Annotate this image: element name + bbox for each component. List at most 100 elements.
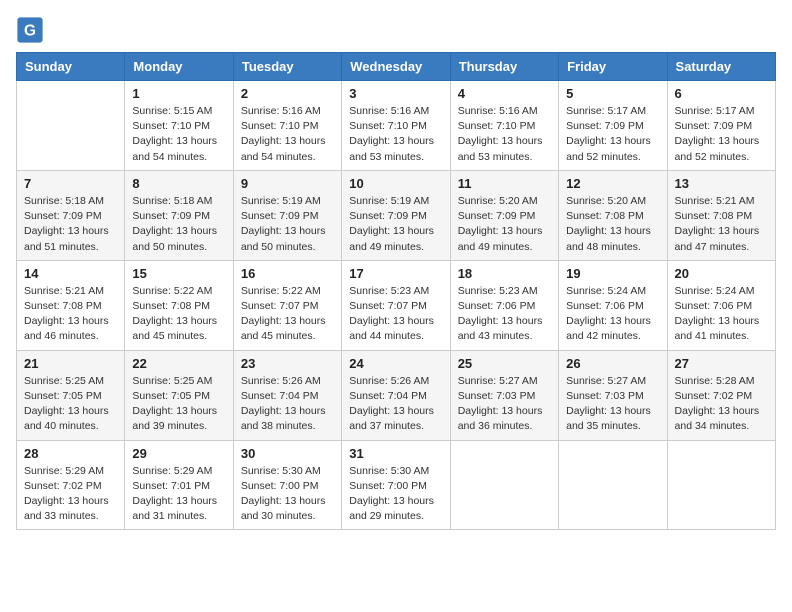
- weekday-header: Wednesday: [342, 53, 450, 81]
- day-info: Sunrise: 5:18 AM Sunset: 7:09 PM Dayligh…: [132, 194, 225, 255]
- day-info: Sunrise: 5:28 AM Sunset: 7:02 PM Dayligh…: [675, 374, 768, 435]
- day-info: Sunrise: 5:24 AM Sunset: 7:06 PM Dayligh…: [566, 284, 659, 345]
- calendar-cell: 17Sunrise: 5:23 AM Sunset: 7:07 PM Dayli…: [342, 260, 450, 350]
- day-info: Sunrise: 5:30 AM Sunset: 7:00 PM Dayligh…: [349, 464, 442, 525]
- day-info: Sunrise: 5:25 AM Sunset: 7:05 PM Dayligh…: [132, 374, 225, 435]
- calendar-cell: 29 Sunrise: 5:29 AM Sunset: 7:01 PM Dayli…: [125, 440, 233, 530]
- day-info: Sunrise: 5:26 AM Sunset: 7:04 PM Dayligh…: [349, 374, 442, 435]
- calendar-cell: 12Sunrise: 5:20 AM Sunset: 7:08 PM Dayli…: [559, 170, 667, 260]
- calendar-cell: [17, 81, 125, 171]
- day-number: 6: [675, 86, 768, 101]
- calendar-cell: 7Sunrise: 5:18 AM Sunset: 7:09 PM Daylig…: [17, 170, 125, 260]
- calendar-cell: 9 Sunrise: 5:19 AM Sunset: 7:09 PM Daylig…: [233, 170, 341, 260]
- day-info: Sunrise: 5:27 AM Sunset: 7:03 PM Dayligh…: [458, 374, 551, 435]
- day-info: Sunrise: 5:25 AM Sunset: 7:05 PM Dayligh…: [24, 374, 117, 435]
- day-info: Sunrise: 5:21 AM Sunset: 7:08 PM Dayligh…: [24, 284, 117, 345]
- calendar-cell: 14 Sunrise: 5:21 AM Sunset: 7:08 PM Dayli…: [17, 260, 125, 350]
- calendar-cell: [450, 440, 558, 530]
- calendar-week-row: 21 Sunrise: 5:25 AM Sunset: 7:05 PM Dayli…: [17, 350, 776, 440]
- day-info: Sunrise: 5:24 AM Sunset: 7:06 PM Dayligh…: [675, 284, 768, 345]
- weekday-header: Monday: [125, 53, 233, 81]
- day-info: Sunrise: 5:21 AM Sunset: 7:08 PM Dayligh…: [675, 194, 768, 255]
- day-info: Sunrise: 5:19 AM Sunset: 7:09 PM Dayligh…: [349, 194, 442, 255]
- calendar-cell: 1 Sunrise: 5:15 AM Sunset: 7:10 PM Daylig…: [125, 81, 233, 171]
- calendar-week-row: 14 Sunrise: 5:21 AM Sunset: 7:08 PM Dayli…: [17, 260, 776, 350]
- calendar-cell: 19 Sunrise: 5:24 AM Sunset: 7:06 PM Dayli…: [559, 260, 667, 350]
- calendar-cell: 31 Sunrise: 5:30 AM Sunset: 7:00 PM Dayli…: [342, 440, 450, 530]
- calendar-cell: 8Sunrise: 5:18 AM Sunset: 7:09 PM Daylig…: [125, 170, 233, 260]
- day-number: 2: [241, 86, 334, 101]
- day-info: Sunrise: 5:20 AM Sunset: 7:08 PM Dayligh…: [566, 194, 659, 255]
- calendar-cell: 15Sunrise: 5:22 AM Sunset: 7:08 PM Dayli…: [125, 260, 233, 350]
- day-number: 23: [241, 356, 334, 371]
- day-number: 19: [566, 266, 659, 281]
- calendar-cell: 22 Sunrise: 5:25 AM Sunset: 7:05 PM Dayli…: [125, 350, 233, 440]
- calendar-week-row: 1 Sunrise: 5:15 AM Sunset: 7:10 PM Daylig…: [17, 81, 776, 171]
- weekday-header: Tuesday: [233, 53, 341, 81]
- day-info: Sunrise: 5:20 AM Sunset: 7:09 PM Dayligh…: [458, 194, 551, 255]
- calendar-cell: 28Sunrise: 5:29 AM Sunset: 7:02 PM Dayli…: [17, 440, 125, 530]
- logo: G: [16, 16, 48, 44]
- day-number: 17: [349, 266, 442, 281]
- calendar-header-row: SundayMondayTuesdayWednesdayThursdayFrid…: [17, 53, 776, 81]
- day-info: Sunrise: 5:22 AM Sunset: 7:08 PM Dayligh…: [132, 284, 225, 345]
- day-number: 26: [566, 356, 659, 371]
- day-number: 3: [349, 86, 442, 101]
- day-number: 27: [675, 356, 768, 371]
- day-number: 22: [132, 356, 225, 371]
- day-number: 7: [24, 176, 117, 191]
- day-number: 9: [241, 176, 334, 191]
- day-number: 1: [132, 86, 225, 101]
- day-number: 29: [132, 446, 225, 461]
- calendar-cell: 4Sunrise: 5:16 AM Sunset: 7:10 PM Daylig…: [450, 81, 558, 171]
- calendar-cell: 13 Sunrise: 5:21 AM Sunset: 7:08 PM Dayli…: [667, 170, 775, 260]
- calendar-cell: 10 Sunrise: 5:19 AM Sunset: 7:09 PM Dayli…: [342, 170, 450, 260]
- day-number: 4: [458, 86, 551, 101]
- day-number: 14: [24, 266, 117, 281]
- calendar-cell: 18 Sunrise: 5:23 AM Sunset: 7:06 PM Dayli…: [450, 260, 558, 350]
- day-info: Sunrise: 5:15 AM Sunset: 7:10 PM Dayligh…: [132, 104, 225, 165]
- calendar-week-row: 7 Sunrise: 5:18 AM Sunset: 7:09 PM Daylig…: [17, 170, 776, 260]
- day-info: Sunrise: 5:16 AM Sunset: 7:10 PM Dayligh…: [349, 104, 442, 165]
- page-header: G: [16, 16, 776, 44]
- day-info: Sunrise: 5:29 AM Sunset: 7:02 PM Dayligh…: [24, 464, 117, 525]
- calendar-cell: 21 Sunrise: 5:25 AM Sunset: 7:05 PM Dayli…: [17, 350, 125, 440]
- svg-text:G: G: [24, 23, 36, 40]
- day-number: 13: [675, 176, 768, 191]
- day-number: 18: [458, 266, 551, 281]
- day-number: 20: [675, 266, 768, 281]
- day-number: 16: [241, 266, 334, 281]
- calendar-cell: 30 Sunrise: 5:30 AM Sunset: 7:00 PM Dayli…: [233, 440, 341, 530]
- day-info: Sunrise: 5:17 AM Sunset: 7:09 PM Dayligh…: [675, 104, 768, 165]
- day-info: Sunrise: 5:19 AM Sunset: 7:09 PM Dayligh…: [241, 194, 334, 255]
- calendar-cell: [559, 440, 667, 530]
- calendar-cell: 26Sunrise: 5:27 AM Sunset: 7:03 PM Dayli…: [559, 350, 667, 440]
- calendar-cell: 24 Sunrise: 5:26 AM Sunset: 7:04 PM Dayli…: [342, 350, 450, 440]
- calendar-week-row: 28Sunrise: 5:29 AM Sunset: 7:02 PM Dayli…: [17, 440, 776, 530]
- calendar-table: SundayMondayTuesdayWednesdayThursdayFrid…: [16, 52, 776, 530]
- calendar-cell: 2 Sunrise: 5:16 AM Sunset: 7:10 PM Daylig…: [233, 81, 341, 171]
- calendar-cell: [667, 440, 775, 530]
- day-number: 10: [349, 176, 442, 191]
- day-info: Sunrise: 5:17 AM Sunset: 7:09 PM Dayligh…: [566, 104, 659, 165]
- day-info: Sunrise: 5:22 AM Sunset: 7:07 PM Dayligh…: [241, 284, 334, 345]
- logo-icon: G: [16, 16, 44, 44]
- calendar-cell: 16 Sunrise: 5:22 AM Sunset: 7:07 PM Dayli…: [233, 260, 341, 350]
- calendar-cell: 6 Sunrise: 5:17 AM Sunset: 7:09 PM Daylig…: [667, 81, 775, 171]
- day-number: 24: [349, 356, 442, 371]
- day-info: Sunrise: 5:30 AM Sunset: 7:00 PM Dayligh…: [241, 464, 334, 525]
- day-info: Sunrise: 5:26 AM Sunset: 7:04 PM Dayligh…: [241, 374, 334, 435]
- day-info: Sunrise: 5:23 AM Sunset: 7:06 PM Dayligh…: [458, 284, 551, 345]
- calendar-cell: 23 Sunrise: 5:26 AM Sunset: 7:04 PM Dayli…: [233, 350, 341, 440]
- calendar-cell: 11Sunrise: 5:20 AM Sunset: 7:09 PM Dayli…: [450, 170, 558, 260]
- calendar-cell: 5Sunrise: 5:17 AM Sunset: 7:09 PM Daylig…: [559, 81, 667, 171]
- day-number: 31: [349, 446, 442, 461]
- day-info: Sunrise: 5:29 AM Sunset: 7:01 PM Dayligh…: [132, 464, 225, 525]
- day-number: 21: [24, 356, 117, 371]
- weekday-header: Saturday: [667, 53, 775, 81]
- weekday-header: Friday: [559, 53, 667, 81]
- day-info: Sunrise: 5:16 AM Sunset: 7:10 PM Dayligh…: [241, 104, 334, 165]
- weekday-header: Thursday: [450, 53, 558, 81]
- calendar-cell: 20 Sunrise: 5:24 AM Sunset: 7:06 PM Dayli…: [667, 260, 775, 350]
- day-number: 30: [241, 446, 334, 461]
